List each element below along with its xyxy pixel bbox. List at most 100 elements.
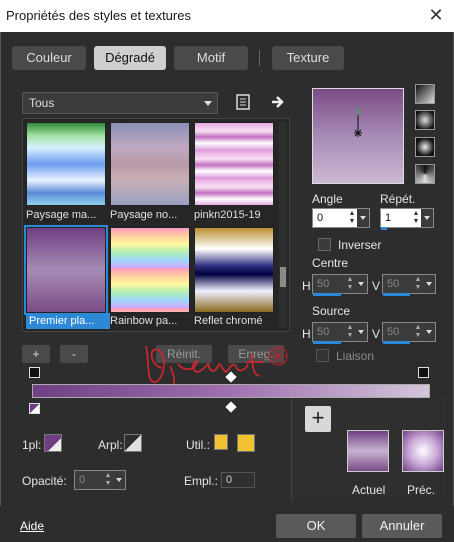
source-h-dropdown[interactable] bbox=[355, 323, 367, 341]
center-v-dropdown[interactable] bbox=[423, 275, 435, 293]
invert-checkbox[interactable] bbox=[318, 238, 331, 251]
source-v-slider-fill bbox=[383, 341, 410, 344]
source-h-slider-fill bbox=[313, 341, 341, 344]
center-v-label: V bbox=[372, 279, 381, 293]
add-gradient-button[interactable]: + bbox=[22, 345, 50, 363]
opacity-dropdown[interactable] bbox=[113, 471, 125, 489]
repeat-slider-fill bbox=[381, 227, 387, 230]
up-down-icon[interactable]: ▲ ▼ bbox=[411, 210, 421, 226]
previous-thumb[interactable] bbox=[402, 430, 444, 472]
gradient-thumb[interactable] bbox=[110, 122, 190, 206]
tab-texture[interactable]: Texture bbox=[272, 46, 344, 70]
opacity-label: Opacité: bbox=[22, 474, 67, 488]
up-down-icon[interactable]: ▲ ▼ bbox=[345, 324, 355, 340]
up-down-icon[interactable]: ▲ ▼ bbox=[103, 472, 113, 488]
gradient-thumb[interactable] bbox=[110, 227, 190, 313]
add-swatch-button[interactable]: + bbox=[305, 406, 331, 432]
library-icon[interactable] bbox=[236, 94, 250, 110]
center-h-slider-fill bbox=[313, 293, 341, 296]
center-v-value: 50 bbox=[387, 278, 400, 290]
angle-dropdown[interactable] bbox=[357, 209, 369, 227]
up-down-icon[interactable]: ▲ ▼ bbox=[347, 210, 357, 226]
center-h-value: 50 bbox=[317, 278, 330, 290]
gradient-thumb-selected[interactable] bbox=[24, 225, 108, 315]
remove-gradient-button[interactable]: - bbox=[60, 345, 88, 363]
link-checkbox[interactable] bbox=[316, 349, 329, 362]
background-swatch[interactable] bbox=[124, 434, 142, 452]
gradient-name-selected: Premier pla... bbox=[26, 313, 110, 329]
up-down-icon[interactable]: ▲ ▼ bbox=[345, 276, 355, 292]
gradient-name: Rainbow pa... bbox=[110, 315, 178, 327]
gradient-name: Reflet chromé bbox=[194, 315, 263, 327]
gradient-thumb[interactable] bbox=[194, 122, 274, 206]
category-value: Tous bbox=[29, 96, 55, 110]
scrollbar-thumb[interactable] bbox=[280, 267, 286, 287]
title-bar: Propriétés des styles et textures ✕ bbox=[0, 0, 454, 32]
angle-value: 0 bbox=[317, 212, 324, 224]
opacity-spinner[interactable]: 0 ▲ ▼ bbox=[74, 470, 126, 490]
center-h-label: H bbox=[302, 279, 311, 293]
gradient-thumb[interactable] bbox=[26, 122, 106, 206]
background-label: Arpl: bbox=[98, 438, 123, 452]
link-label: Liaison bbox=[336, 349, 375, 363]
radial-style-button[interactable] bbox=[415, 137, 435, 157]
source-v-dropdown[interactable] bbox=[423, 323, 435, 341]
chevron-down-icon bbox=[204, 101, 212, 106]
center-h-dropdown[interactable] bbox=[355, 275, 367, 293]
sunburst-style-button[interactable] bbox=[415, 164, 435, 184]
user-color-swatch[interactable] bbox=[237, 434, 255, 452]
source-v-value: 50 bbox=[387, 326, 400, 338]
top-opacity-stop-left[interactable] bbox=[29, 367, 40, 378]
tab-degrade[interactable]: Dégradé bbox=[94, 46, 166, 70]
source-v-spinner[interactable]: 50 ▲ ▼ bbox=[382, 322, 436, 342]
repeat-label: Répét. bbox=[380, 192, 416, 206]
gradient-name: Paysage no... bbox=[110, 209, 178, 221]
repeat-spinner[interactable]: 1 ▲ ▼ bbox=[380, 208, 434, 228]
user-color-radio[interactable] bbox=[214, 434, 228, 450]
color-stop-left[interactable] bbox=[29, 403, 40, 414]
gradient-name: pinkn2015-19 bbox=[194, 209, 261, 221]
gradient-library: Paysage ma... Paysage no... pinkn2015-19… bbox=[22, 118, 290, 332]
close-icon[interactable]: ✕ bbox=[426, 5, 446, 25]
rectangular-style-button[interactable] bbox=[415, 110, 435, 130]
opacity-value: 0 bbox=[79, 474, 86, 486]
up-down-icon[interactable]: ▲ ▼ bbox=[413, 276, 423, 292]
gradient-editor-bar[interactable] bbox=[32, 384, 430, 398]
current-thumb[interactable] bbox=[347, 430, 389, 472]
source-h-value: 50 bbox=[317, 326, 330, 338]
invert-label: Inverser bbox=[338, 238, 382, 252]
center-label: Centre bbox=[312, 256, 349, 270]
center-v-spinner[interactable]: 50 ▲ ▼ bbox=[382, 274, 436, 294]
source-label: Source bbox=[312, 304, 351, 318]
linear-style-button[interactable] bbox=[415, 84, 435, 104]
gradient-preview[interactable] bbox=[312, 88, 404, 184]
foreground-label: 1pl: bbox=[22, 438, 42, 452]
cancel-button[interactable]: Annuler bbox=[362, 514, 442, 538]
gradient-name: Paysage ma... bbox=[26, 209, 97, 221]
user-color-label: Util.: bbox=[186, 438, 210, 452]
location-label: Empl.: bbox=[184, 474, 219, 488]
window-title: Propriétés des styles et textures bbox=[6, 8, 191, 23]
center-h-spinner[interactable]: 50 ▲ ▼ bbox=[312, 274, 368, 294]
tab-separator bbox=[259, 50, 260, 66]
current-label: Actuel bbox=[352, 483, 386, 497]
source-h-spinner[interactable]: 50 ▲ ▼ bbox=[312, 322, 368, 342]
gradient-thumb[interactable] bbox=[194, 227, 274, 313]
up-down-icon[interactable]: ▲ ▼ bbox=[413, 324, 423, 340]
center-v-slider-fill bbox=[383, 293, 410, 296]
ok-button[interactable]: OK bbox=[276, 514, 356, 538]
repeat-dropdown[interactable] bbox=[421, 209, 433, 227]
source-v-label: V bbox=[372, 327, 381, 341]
location-input[interactable]: 0 bbox=[221, 472, 255, 488]
tab-motif[interactable]: Motif bbox=[174, 46, 248, 70]
source-h-label: H bbox=[302, 327, 311, 341]
top-opacity-stop-right[interactable] bbox=[418, 367, 429, 378]
foreground-swatch[interactable] bbox=[44, 434, 62, 452]
repeat-value: 1 bbox=[385, 212, 392, 224]
category-select[interactable]: Tous bbox=[22, 92, 218, 114]
arrow-right-icon[interactable] bbox=[270, 94, 286, 110]
help-link[interactable]: Aide bbox=[20, 519, 44, 533]
library-scrollbar[interactable] bbox=[279, 122, 287, 328]
angle-spinner[interactable]: 0 ▲ ▼ bbox=[312, 208, 370, 228]
tab-couleur[interactable]: Couleur bbox=[12, 46, 86, 70]
